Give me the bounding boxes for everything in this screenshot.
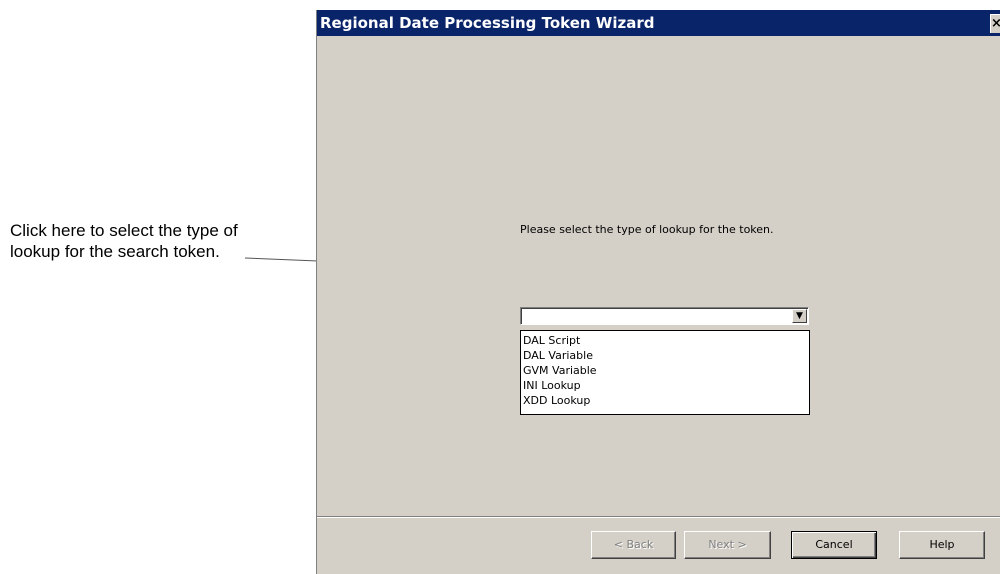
dropdown-option-gvm-variable[interactable]: GVM Variable	[522, 363, 809, 378]
dropdown-option-dal-script[interactable]: DAL Script	[522, 333, 809, 348]
dropdown-option-xdd-lookup[interactable]: XDD Lookup	[522, 393, 809, 408]
next-button[interactable]: Next >	[684, 531, 771, 559]
dropdown-option-dal-variable[interactable]: DAL Variable	[522, 348, 809, 363]
dialog-title: Regional Date Processing Token Wizard	[320, 14, 655, 32]
button-separator	[317, 516, 1000, 518]
callout-annotation: Click here to select the type of lookup …	[10, 220, 300, 262]
close-icon: ×	[991, 16, 1000, 31]
lookup-type-select[interactable]: ▼	[520, 307, 809, 325]
help-button[interactable]: Help	[899, 531, 985, 559]
lookup-type-dropdown-list: DAL Script DAL Variable GVM Variable INI…	[520, 330, 810, 415]
dropdown-option-ini-lookup[interactable]: INI Lookup	[522, 378, 809, 393]
callout-line-1: Click here to select the type of	[10, 221, 238, 240]
dialog-titlebar: Regional Date Processing Token Wizard ×	[317, 10, 1000, 36]
close-button[interactable]: ×	[990, 14, 1000, 33]
cancel-button[interactable]: Cancel	[791, 531, 877, 559]
lookup-type-prompt: Please select the type of lookup for the…	[520, 223, 774, 236]
chevron-down-icon: ▼	[796, 311, 803, 321]
back-button[interactable]: < Back	[591, 531, 676, 559]
wizard-dialog: Regional Date Processing Token Wizard × …	[316, 10, 1000, 574]
callout-line-2: lookup for the search token.	[10, 242, 220, 261]
dropdown-button[interactable]: ▼	[792, 309, 807, 323]
